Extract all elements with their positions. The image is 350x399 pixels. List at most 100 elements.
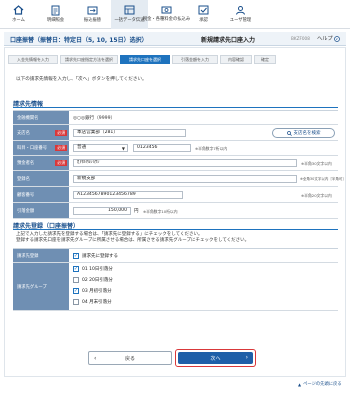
nav-bulk-data[interactable]: 一括データ伝送 — [111, 0, 148, 29]
register-option-label: 請求先に登録する — [82, 254, 118, 259]
nav-transfer[interactable]: 振込振替 — [74, 0, 111, 29]
registration-form: 請求先登録 ✓ 請求先に登録する 請求先グループ ✓ 01 10日引落分 02 … — [13, 248, 338, 311]
field-label: 引落金額 — [13, 203, 69, 218]
approval-icon — [198, 4, 210, 16]
customer-number-note: ※半角20文字以内 — [301, 193, 332, 198]
required-badge: 必須 — [55, 145, 67, 151]
nav-approval[interactable]: 承認 — [185, 0, 222, 29]
chevron-down-icon: ▼ — [121, 146, 125, 151]
nav-label: 税金・各種料金の払込み — [142, 17, 191, 22]
field-label: 顧客番号 — [13, 187, 69, 202]
register-checkbox[interactable]: ✓ 請求先に登録する — [73, 253, 118, 259]
nav-home[interactable]: ホーム — [0, 0, 37, 29]
nav-label: ホーム — [12, 18, 25, 23]
account-number-input[interactable]: 0123456 — [133, 144, 191, 152]
branch-input[interactable]: 本店営業部（281） — [73, 129, 186, 137]
checkbox-icon — [73, 277, 79, 283]
back-button[interactable]: ‹ 戻る — [88, 351, 172, 365]
row-customer-number: 顧客番号 A12345678901234567​89 ※半角20文字以内 — [13, 187, 338, 203]
nav-user-management[interactable]: ユーザ管理 — [222, 0, 259, 29]
service-title: 口座振替（振替日：特定日（5, 10, 15日）选択） — [10, 37, 148, 44]
group-checkbox-1[interactable]: ✓ 01 10日引落分 — [73, 266, 113, 272]
next-button[interactable]: 次へ › — [178, 352, 253, 364]
row-register: 請求先登録 ✓ 請求先に登録する — [13, 249, 338, 263]
branch-search-button[interactable]: 支店名を検索 — [272, 128, 335, 138]
customer-number-input[interactable]: A12345678901234567​89 — [73, 191, 183, 199]
field-label-wrap: 支店名 必須 — [13, 125, 69, 140]
billing-form: 金融機関名 ◎○◎銀行（9999） 支店名 必須 本店営業部（281） 支店名を検… — [13, 110, 346, 219]
chevron-right-icon: › — [245, 354, 248, 361]
section-divider — [13, 229, 338, 230]
help-icon — [333, 35, 340, 42]
row-depositor: 預金者名 必須 ｶ)ﾏﾙﾏﾙｼｮｳｼﾞ ※半角30文字以内 — [13, 156, 338, 171]
row-registered-name: 登録名 新規支部 ※全角30文字以内［半角可］ — [13, 171, 346, 187]
group-label: 02 20日引落分 — [82, 278, 113, 283]
nav-tax-payment[interactable]: 税金・各種料金の払込み — [143, 0, 190, 29]
help-link[interactable]: ヘルプ — [317, 35, 340, 42]
page-top-label: ページの先頭に戻る — [303, 382, 342, 387]
document-icon — [50, 4, 62, 16]
step-5: 内容確認 — [220, 55, 252, 64]
section-divider — [13, 107, 338, 108]
step-1: 入金先情報を入力 — [8, 55, 58, 64]
field-label: 支店名 — [17, 130, 30, 136]
depositor-name-input[interactable]: ｶ)ﾏﾙﾏﾙｼｮｳｼﾞ — [73, 159, 297, 167]
step-3-current: 請求先口座を選択 — [120, 55, 170, 64]
back-label: 戻る — [124, 355, 135, 362]
registered-name-note: ※全角30文字以内［半角可］ — [300, 177, 346, 181]
field-label-wrap: 科目・口座番号 必須 — [13, 141, 69, 155]
page-title-bar: 口座振替（振替日：特定日（5, 10, 15日）选択） 新規請求先口座入力 BK… — [4, 32, 346, 46]
checkbox-icon — [73, 299, 79, 305]
bulk-data-icon — [124, 4, 136, 16]
account-type-value: 普通 — [77, 145, 87, 150]
registration-note-2: 登録する請求先口座を請求先グループに所属させる場合は、所属させる請求先グループに… — [16, 238, 250, 243]
step-6: 確定 — [254, 55, 276, 64]
depositor-note: ※半角30文字以内 — [301, 161, 332, 166]
group-checkbox-3[interactable]: ✓ 03 月初引落分 — [73, 288, 112, 294]
home-icon — [13, 4, 25, 16]
account-note: ※半角数字7桁以内 — [195, 146, 228, 151]
field-label: 預金者名 — [17, 161, 35, 166]
step-2: 請求先口座指定方法を選択 — [60, 55, 118, 64]
group-label: 04 月末引落分 — [82, 300, 112, 305]
nav-label: ユーザ管理 — [229, 18, 252, 23]
group-label: 01 10日引落分 — [82, 267, 113, 272]
intro-text: 以下の請求先情報を入力し、「次へ」ボタンを押してください。 — [16, 77, 147, 82]
progress-steps: 入金先情報を入力 請求先口座指定方法を選択 請求先口座を選択 引落金額を入力 内… — [8, 55, 278, 64]
field-label: 科目・口座番号 — [17, 146, 48, 151]
required-badge: 必須 — [55, 160, 67, 166]
check-icon: ✓ — [73, 287, 79, 294]
registration-notes: 上記で入力した請求先を登録する場合は、「請求先に登録する」にチェックをしてくださ… — [16, 232, 249, 244]
help-label: ヘルプ — [317, 36, 333, 42]
nav-statement[interactable]: 明細照会 — [37, 0, 74, 29]
field-label: 請求先グループ — [13, 263, 69, 310]
chevron-up-icon: ▲ — [298, 381, 302, 387]
required-badge: 必須 — [55, 129, 67, 136]
registered-name-input[interactable]: 新規支部 — [73, 175, 297, 183]
account-type-select[interactable]: 普通 ▼ — [73, 144, 128, 152]
user-management-icon — [235, 4, 247, 16]
transfer-icon — [87, 4, 99, 16]
search-icon — [286, 130, 292, 136]
nav-label: 一括データ伝送 — [114, 18, 145, 23]
field-label-wrap: 預金者名 必須 — [13, 156, 69, 170]
amount-input[interactable]: 150,000 — [73, 207, 131, 215]
chevron-left-icon: ‹ — [94, 355, 97, 362]
nav-label: 承認 — [199, 18, 208, 23]
tax-payment-icon — [161, 4, 173, 16]
row-account: 科目・口座番号 必須 普通 ▼ 0123456 ※半角数字7桁以内 — [13, 141, 338, 156]
page-top-link[interactable]: ▲ ページの先頭に戻る — [298, 381, 342, 388]
check-icon: ✓ — [73, 265, 79, 272]
amount-note: ※半角数字10桁以内 — [143, 209, 178, 214]
group-checkbox-4[interactable]: 04 月末引落分 — [73, 299, 112, 305]
amount-unit: 円 — [134, 209, 139, 214]
row-bank: 金融機関名 ◎○◎銀行（9999） — [13, 111, 338, 125]
group-checkbox-2[interactable]: 02 20日引落分 — [73, 277, 113, 283]
step-4: 引落金額を入力 — [172, 55, 218, 64]
row-amount: 引落金額 150,000 円 ※半角数字10桁以内 — [13, 203, 338, 219]
screen-code: BKZF008 — [291, 36, 310, 41]
branch-search-label: 支店名を検索 — [293, 131, 321, 136]
field-label: 金融機関名 — [13, 111, 69, 124]
row-groups: 請求先グループ ✓ 01 10日引落分 02 20日引落分 ✓ 03 月初引落分… — [13, 263, 338, 311]
check-icon: ✓ — [73, 252, 79, 259]
